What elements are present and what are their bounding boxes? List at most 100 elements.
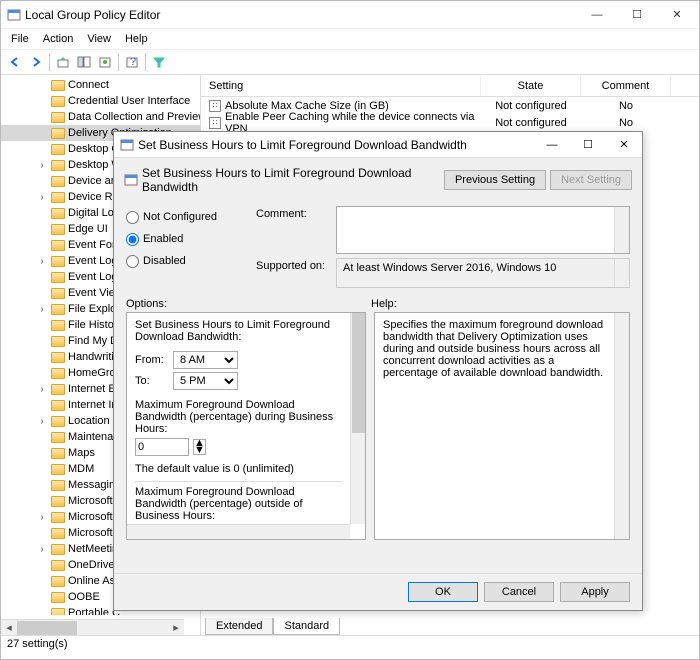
tree-item[interactable]: Credential User Interface (1, 93, 200, 109)
folder-icon (51, 336, 65, 347)
scroll-thumb[interactable] (17, 621, 77, 635)
scroll-right-icon[interactable]: ▸ (168, 620, 184, 636)
scroll-left-icon[interactable]: ◂ (1, 620, 17, 636)
dialog-header: Set Business Hours to Limit Foreground D… (114, 158, 642, 198)
tree-item-label: Event Log (68, 271, 118, 283)
folder-icon (51, 192, 65, 203)
dialog-maximize-button[interactable]: ☐ (570, 133, 606, 157)
spin-down-icon[interactable]: ▼ (194, 447, 205, 454)
folder-icon (51, 384, 65, 395)
to-label: To: (135, 375, 169, 387)
tree-item-label: Digital Loc (68, 207, 119, 219)
folder-icon (51, 576, 65, 587)
app-icon (7, 8, 21, 22)
tree-item[interactable]: Connect (1, 77, 200, 93)
menu-action[interactable]: Action (37, 31, 80, 47)
list-row[interactable]: ∷Enable Peer Caching while the device co… (201, 114, 699, 131)
menu-file[interactable]: File (5, 31, 35, 47)
folder-icon (51, 224, 65, 235)
folder-icon (51, 512, 65, 523)
pct-business-input[interactable] (135, 438, 189, 456)
folder-icon (51, 592, 65, 603)
up-icon[interactable] (53, 52, 73, 72)
help-text: Specifies the maximum foreground downloa… (383, 319, 621, 379)
export-icon[interactable] (95, 52, 115, 72)
help-pane: Specifies the maximum foreground downloa… (374, 312, 630, 540)
setting-icon: ∷ (209, 117, 221, 129)
tree-item-label: OneDrive (68, 559, 114, 571)
supported-label: Supported on: (256, 258, 336, 288)
from-select[interactable]: 8 AM (173, 351, 238, 369)
help-label: Help: (371, 298, 616, 310)
tree-item-label: File Histor (68, 319, 118, 331)
folder-icon (51, 560, 65, 571)
tab-extended[interactable]: Extended (205, 618, 273, 635)
expand-icon[interactable]: › (37, 512, 47, 523)
tree-item-label: Connect (68, 79, 109, 91)
forward-icon[interactable] (26, 52, 46, 72)
folder-icon (51, 400, 65, 411)
tree-item-label: Edge UI (68, 223, 108, 235)
tree-item[interactable]: Data Collection and Preview (1, 109, 200, 125)
dialog-body: Not Configured Enabled Disabled Comment:… (114, 198, 642, 544)
folder-icon (51, 544, 65, 555)
folder-icon (51, 608, 65, 616)
options-scrollbar-h[interactable] (127, 524, 350, 539)
filter-icon[interactable] (149, 52, 169, 72)
expand-icon[interactable]: › (37, 192, 47, 203)
radio-not-configured[interactable]: Not Configured (126, 206, 256, 228)
expand-icon[interactable]: › (37, 304, 47, 315)
folder-icon (51, 416, 65, 427)
maximize-button[interactable]: ☐ (617, 2, 657, 28)
tree-item-label: Credential User Interface (68, 95, 190, 107)
tree-item-label: Maps (68, 447, 95, 459)
state-radios: Not Configured Enabled Disabled (126, 206, 256, 292)
next-setting-button[interactable]: Next Setting (550, 170, 632, 190)
pct-outside-label: Maximum Foreground Download Bandwidth (p… (135, 486, 343, 522)
folder-icon (51, 288, 65, 299)
tree-scrollbar-h[interactable]: ◂ ▸ (1, 619, 184, 635)
folder-icon (51, 208, 65, 219)
back-icon[interactable] (5, 52, 25, 72)
minimize-button[interactable]: — (577, 2, 617, 28)
folder-icon (51, 464, 65, 475)
expand-icon[interactable]: › (37, 416, 47, 427)
supported-scrollbar[interactable] (614, 259, 629, 287)
dialog-minimize-button[interactable]: — (534, 133, 570, 157)
radio-disabled[interactable]: Disabled (126, 250, 256, 272)
col-state[interactable]: State (481, 76, 581, 96)
folder-icon (51, 160, 65, 171)
comment-scrollbar[interactable] (614, 207, 629, 253)
show-icon[interactable] (74, 52, 94, 72)
menu-view[interactable]: View (81, 31, 117, 47)
expand-icon[interactable]: › (37, 256, 47, 267)
col-setting[interactable]: Setting (201, 76, 481, 96)
folder-icon (51, 256, 65, 267)
expand-icon[interactable]: › (37, 544, 47, 555)
option-heading: Set Business Hours to Limit Foreground D… (135, 319, 343, 343)
radio-enabled[interactable]: Enabled (126, 228, 256, 250)
dialog-close-button[interactable]: ✕ (606, 133, 642, 157)
menubar: File Action View Help (1, 29, 699, 49)
expand-icon[interactable]: › (37, 384, 47, 395)
folder-icon (51, 144, 65, 155)
close-button[interactable]: ✕ (657, 2, 697, 28)
list-header: Setting State Comment (201, 75, 699, 97)
comment-input[interactable] (336, 206, 630, 254)
help-scrollbar[interactable] (614, 313, 629, 539)
tab-standard[interactable]: Standard (273, 618, 340, 635)
folder-icon (51, 304, 65, 315)
menu-help[interactable]: Help (119, 31, 154, 47)
col-comment[interactable]: Comment (581, 76, 671, 96)
expand-icon[interactable]: › (37, 160, 47, 171)
previous-setting-button[interactable]: Previous Setting (444, 170, 546, 190)
apply-button[interactable]: Apply (560, 582, 630, 602)
cancel-button[interactable]: Cancel (484, 582, 554, 602)
comment-cell: No (581, 117, 671, 129)
options-scrollbar-v[interactable] (350, 313, 365, 524)
dialog-footer: OK Cancel Apply (114, 573, 642, 610)
help-icon[interactable]: ? (122, 52, 142, 72)
ok-button[interactable]: OK (408, 582, 478, 602)
status-bar: 27 setting(s) (1, 635, 699, 655)
to-select[interactable]: 5 PM (173, 372, 238, 390)
